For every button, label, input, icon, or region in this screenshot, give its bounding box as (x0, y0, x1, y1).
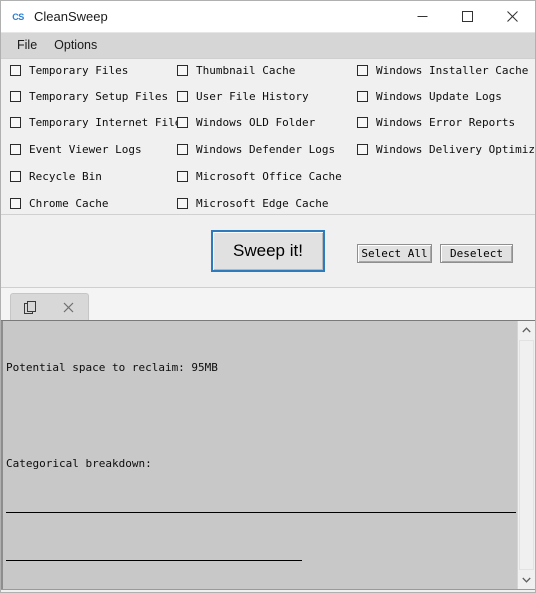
checkbox-label: Windows Installer Cache (376, 64, 529, 77)
checkbox-icon[interactable] (10, 117, 21, 128)
output-line: Potential space to reclaim: 95MB (6, 361, 218, 374)
output-scrollbar[interactable] (517, 321, 535, 589)
checkbox-label: Windows Defender Logs (196, 143, 336, 156)
scroll-up-arrow-icon[interactable] (518, 321, 535, 339)
checkbox-row-windows-delivery-optimization[interactable]: Windows Delivery Optimizat (357, 143, 536, 156)
checkbox-label: Temporary Internet Files (29, 116, 188, 129)
checkbox-icon[interactable] (357, 91, 368, 102)
checkbox-label: Windows Delivery Optimizat (376, 143, 536, 156)
title-bar: CS CleanSweep (1, 1, 535, 33)
menu-item-options[interactable]: Options (48, 36, 108, 55)
checkbox-row-windows-installer-cache[interactable]: Windows Installer Cache (357, 64, 528, 77)
checkbox-row-microsoft-office-cache[interactable]: Microsoft Office Cache (177, 170, 342, 183)
checkbox-row-recycle-bin[interactable]: Recycle Bin (10, 170, 102, 183)
menu-item-file[interactable]: File (11, 36, 48, 55)
checkbox-row-chrome-cache[interactable]: Chrome Cache (10, 197, 108, 210)
output-separator-full (6, 504, 517, 520)
checkbox-row-user-file-history[interactable]: User File History (177, 90, 309, 103)
close-icon[interactable] (60, 298, 78, 316)
minimize-icon (417, 16, 428, 17)
output-separator-partial (6, 552, 517, 568)
checkbox-label: Windows Update Logs (376, 90, 502, 103)
maximize-button[interactable] (445, 1, 490, 32)
output-line: Categorical breakdown: (6, 457, 152, 470)
checkbox-label: User File History (196, 90, 309, 103)
checkbox-label: Windows OLD Folder (196, 116, 316, 129)
output-tab[interactable] (10, 293, 89, 320)
deselect-button[interactable]: Deselect (440, 244, 513, 263)
window-title: CleanSweep (34, 9, 108, 24)
scroll-thumb[interactable] (519, 340, 534, 570)
checkbox-icon[interactable] (357, 117, 368, 128)
checkbox-row-thumbnail-cache[interactable]: Thumbnail Cache (177, 64, 295, 77)
checkbox-row-windows-defender-logs[interactable]: Windows Defender Logs (177, 143, 335, 156)
checkbox-label: Event Viewer Logs (29, 143, 142, 156)
checkbox-label: Temporary Setup Files (29, 90, 169, 103)
checkbox-label: Windows Error Reports (376, 116, 516, 129)
minimize-button[interactable] (400, 1, 445, 32)
checkbox-icon[interactable] (10, 171, 21, 182)
copy-icon[interactable] (21, 298, 39, 316)
checkbox-icon[interactable] (177, 117, 188, 128)
checkbox-icon[interactable] (177, 91, 188, 102)
checkbox-label: Thumbnail Cache (196, 64, 296, 77)
checkbox-icon[interactable] (10, 198, 21, 209)
scroll-down-arrow-icon[interactable] (518, 571, 535, 589)
output-console[interactable]: Potential space to reclaim: 95MB Categor… (1, 320, 535, 590)
application-window: CS CleanSweep File Options Temporary Fil… (0, 0, 536, 593)
select-all-button[interactable]: Select All (357, 244, 432, 263)
checkbox-label: Temporary Files (29, 64, 129, 77)
sweep-it-button[interactable]: Sweep it! (211, 230, 325, 272)
checkbox-row-temporary-files[interactable]: Temporary Files (10, 64, 128, 77)
checkbox-label: Chrome Cache (29, 197, 109, 210)
checkbox-label: Microsoft Office Cache (196, 170, 342, 183)
checkbox-row-microsoft-edge-cache[interactable]: Microsoft Edge Cache (177, 197, 328, 210)
app-logo-cs-icon: CS (12, 11, 24, 22)
checkbox-row-event-viewer-logs[interactable]: Event Viewer Logs (10, 143, 142, 156)
checkbox-row-temporary-setup-files[interactable]: Temporary Setup Files (10, 90, 168, 103)
checkbox-icon[interactable] (10, 91, 21, 102)
checkbox-label: Microsoft Edge Cache (196, 197, 329, 210)
checkbox-label: Recycle Bin (29, 170, 102, 183)
checkbox-icon[interactable] (177, 144, 188, 155)
checkbox-row-windows-old-folder[interactable]: Windows OLD Folder (177, 116, 315, 129)
cleanup-options-panel: Temporary Files Temporary Setup Files Te… (1, 59, 536, 263)
checkbox-icon[interactable] (357, 144, 368, 155)
checkbox-row-windows-error-reports[interactable]: Windows Error Reports (357, 116, 515, 129)
window-controls (400, 1, 535, 32)
checkbox-icon[interactable] (177, 65, 188, 76)
checkbox-icon[interactable] (177, 198, 188, 209)
tab-strip (1, 288, 535, 320)
checkbox-icon[interactable] (357, 65, 368, 76)
maximize-icon (462, 11, 473, 22)
close-icon (507, 11, 518, 22)
checkbox-icon[interactable] (10, 144, 21, 155)
output-line-blank (6, 408, 517, 424)
checkbox-row-temporary-internet-files[interactable]: Temporary Internet Files (10, 116, 188, 129)
output-text-content: Potential space to reclaim: 95MB Categor… (1, 321, 517, 589)
close-button[interactable] (490, 1, 535, 32)
menu-bar: File Options (1, 33, 535, 59)
checkbox-icon[interactable] (177, 171, 188, 182)
checkbox-row-windows-update-logs[interactable]: Windows Update Logs (357, 90, 502, 103)
checkbox-icon[interactable] (10, 65, 21, 76)
